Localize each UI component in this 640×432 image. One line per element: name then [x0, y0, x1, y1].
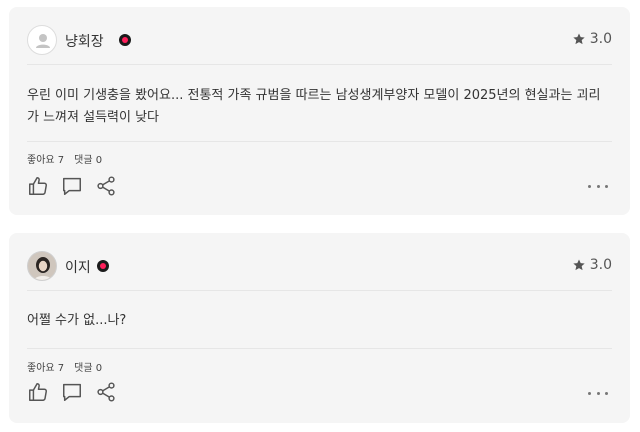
like-button[interactable] [27, 175, 49, 197]
comment-button[interactable] [61, 175, 83, 197]
rating-value: 3.0 [589, 257, 612, 273]
thumbs-up-icon [29, 383, 47, 401]
comment-count: 댓글 0 [74, 363, 103, 374]
comment-icon [63, 383, 81, 401]
share-icon [97, 382, 115, 402]
action-bar [27, 175, 117, 197]
more-options-icon[interactable] [588, 389, 608, 397]
review-card: 이지 3.0 어쩔 수가 없...나? 좋아요 7 댓글 0 [9, 233, 630, 423]
review-text: 우린 이미 기생충을 봤어요... 전통적 가족 규범을 따르는 남성생계부양자… [27, 88, 601, 125]
review-stats: 좋아요 7 댓글 0 [27, 151, 102, 166]
review-header: 냥회장 3.0 [27, 25, 612, 55]
user-badge-icon [97, 260, 109, 272]
divider [27, 290, 612, 291]
more-options-icon[interactable] [588, 182, 608, 190]
comment-count: 댓글 0 [74, 155, 103, 166]
comment-icon [63, 177, 81, 195]
rating-value: 3.0 [589, 31, 612, 47]
thumbs-up-icon [29, 177, 47, 195]
divider [27, 64, 612, 65]
rating: 3.0 [572, 257, 612, 273]
share-button[interactable] [95, 175, 117, 197]
divider [27, 348, 612, 349]
review-text: 어쩔 수가 없...나? [27, 313, 127, 328]
action-bar [27, 381, 117, 403]
review-stats: 좋아요 7 댓글 0 [27, 359, 102, 374]
default-user-icon [36, 34, 50, 48]
user-badge-icon [119, 34, 131, 46]
like-count: 좋아요 7 [27, 363, 65, 374]
like-count: 좋아요 7 [27, 155, 65, 166]
rating: 3.0 [572, 31, 612, 47]
star-icon [573, 33, 585, 45]
star-icon [573, 259, 585, 271]
share-icon [97, 176, 115, 196]
comment-button[interactable] [61, 381, 83, 403]
username[interactable]: 이지 [65, 257, 91, 277]
avatar[interactable] [27, 25, 57, 55]
username[interactable]: 냥회장 [65, 31, 104, 51]
review-header: 이지 3.0 [27, 251, 612, 281]
share-button[interactable] [95, 381, 117, 403]
like-button[interactable] [27, 381, 49, 403]
divider [27, 141, 612, 142]
review-card: 냥회장 3.0 우린 이미 기생충을 봤어요... 전통적 가족 규범을 따르는… [9, 7, 630, 215]
avatar[interactable] [27, 251, 57, 281]
profile-photo [28, 252, 56, 280]
